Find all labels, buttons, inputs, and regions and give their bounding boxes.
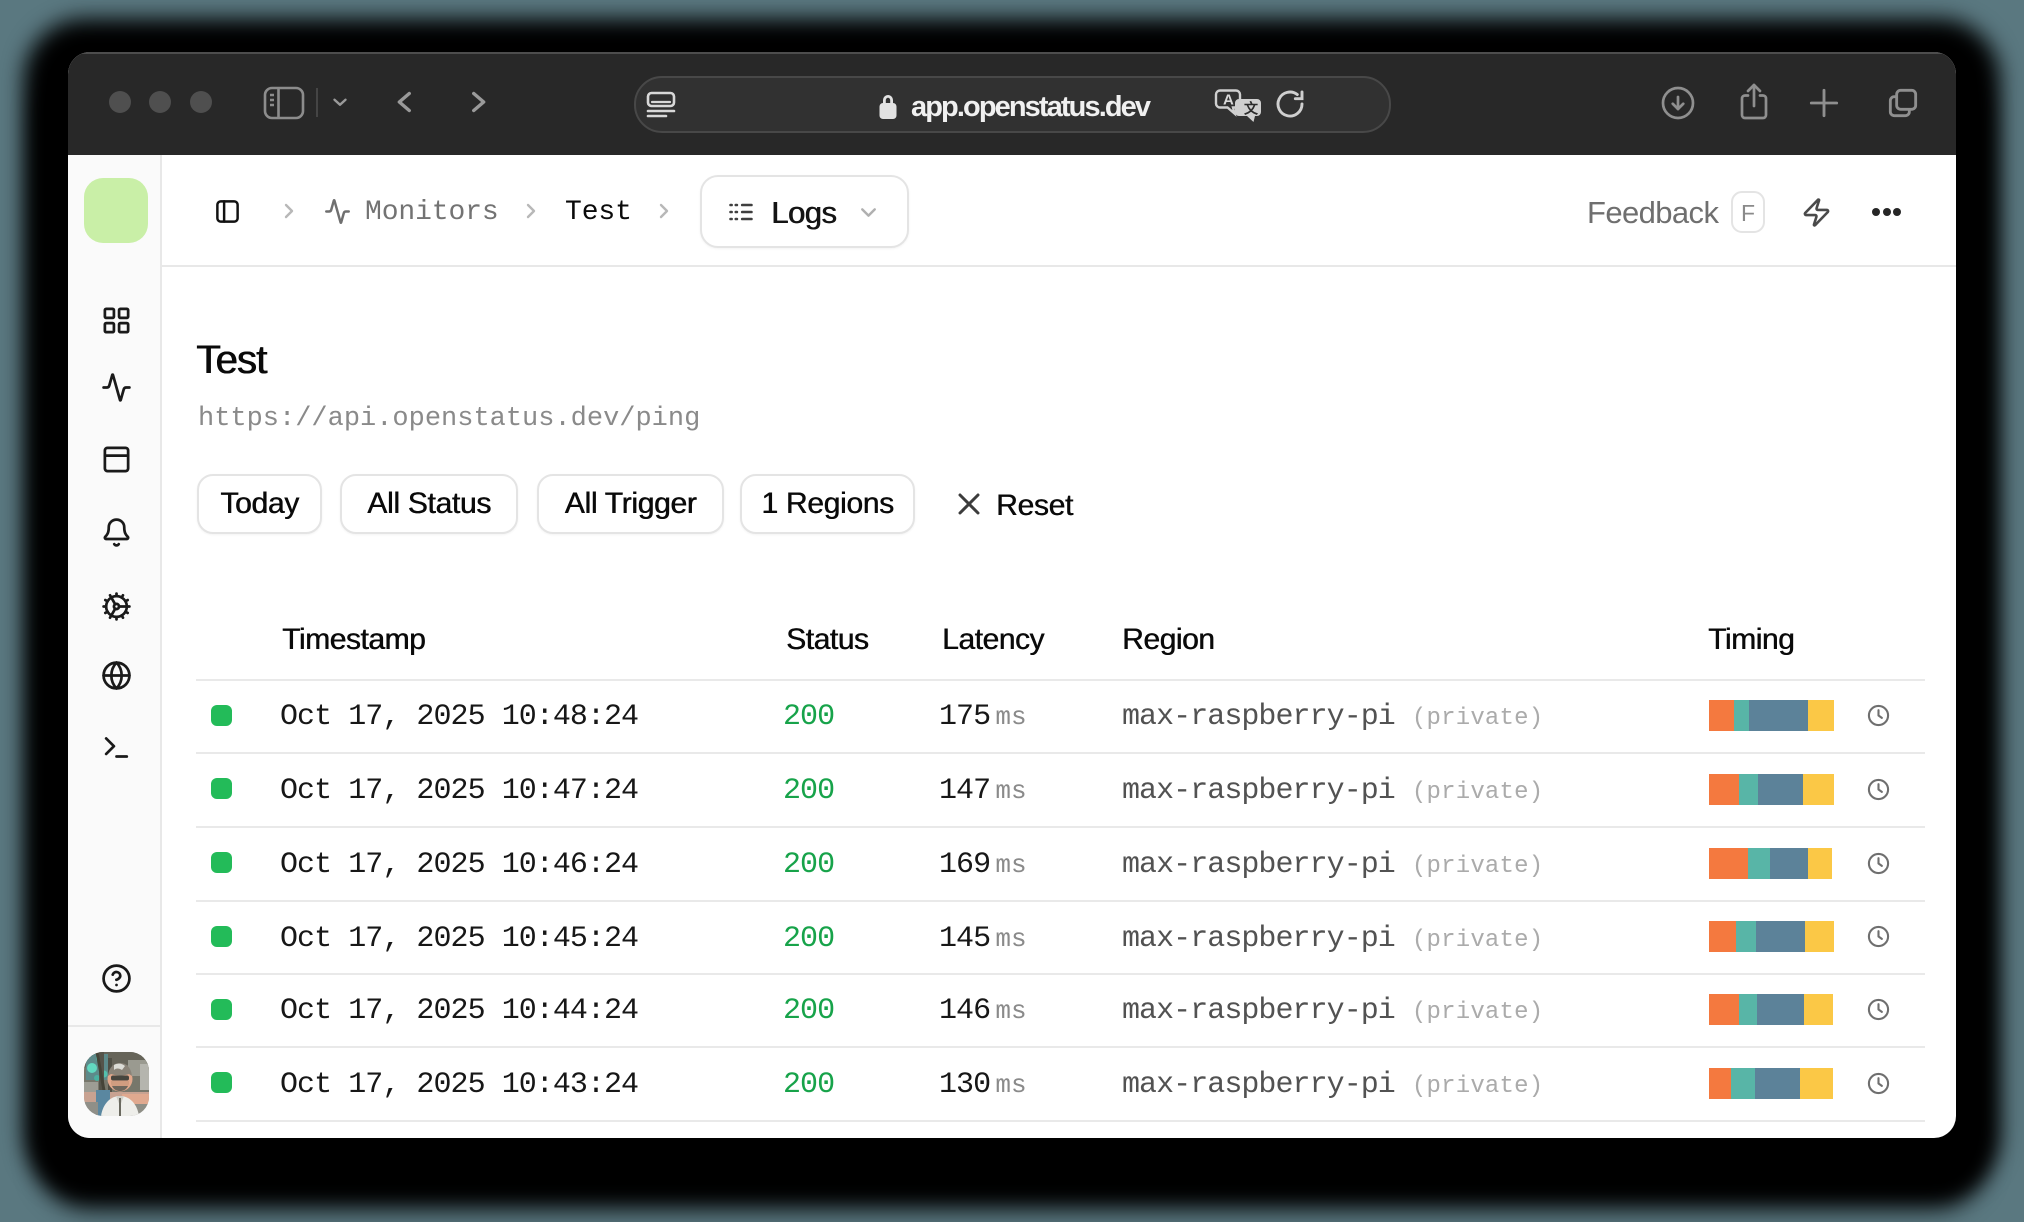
svg-text:文: 文 [1244,101,1259,117]
svg-text:A: A [1223,92,1234,109]
